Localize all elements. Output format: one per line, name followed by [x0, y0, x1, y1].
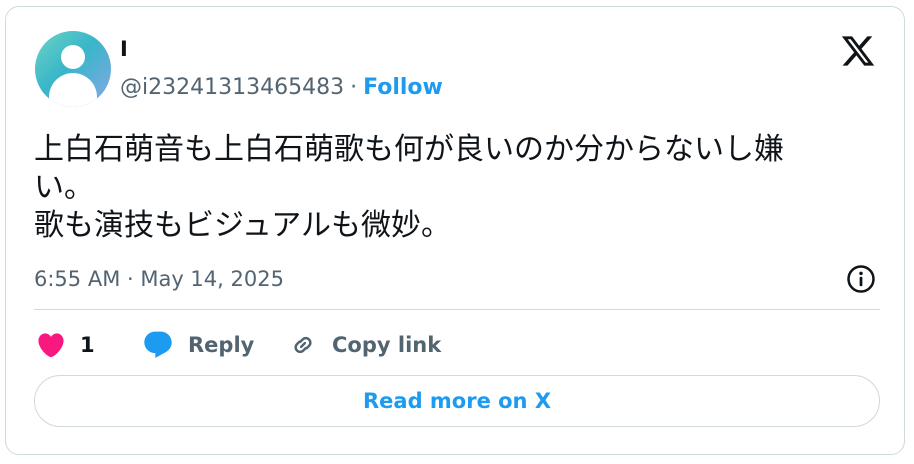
- reply-button[interactable]: Reply: [142, 325, 254, 365]
- tweet-text: 上白石萌音も上白石萌歌も何が良いのか分からないし嫌 い。 歌も演技もビジュアルも…: [34, 132, 784, 243]
- tweet-timestamp[interactable]: 6:55 AM · May 14, 2025: [34, 269, 284, 290]
- handle-row: @i23241313465483 · Follow: [120, 77, 443, 99]
- divider: [34, 309, 880, 310]
- separator-dot: ·: [350, 75, 358, 100]
- copy-link-label: Copy link: [332, 332, 442, 357]
- info-icon[interactable]: [846, 264, 876, 294]
- user-handle[interactable]: @i23241313465483: [120, 75, 344, 100]
- avatar-head: [61, 45, 85, 69]
- follow-button[interactable]: Follow: [363, 75, 443, 100]
- copy-link-button[interactable]: Copy link: [288, 325, 441, 365]
- heart-icon: [38, 333, 64, 358]
- display-name[interactable]: I: [120, 39, 128, 60]
- avatar-shoulders: [49, 73, 97, 107]
- speech-bubble-icon: [144, 331, 172, 358]
- link-icon: [294, 336, 312, 354]
- like-count: 1: [80, 332, 95, 357]
- avatar[interactable]: [35, 31, 111, 107]
- tweet-card: I @i23241313465483 · Follow 上白石萌音も上白石萌歌も何が…: [5, 6, 905, 455]
- like-button[interactable]: 1: [36, 325, 95, 365]
- reply-label: Reply: [188, 332, 255, 357]
- x-logo-icon[interactable]: [840, 33, 876, 69]
- read-more-button[interactable]: Read more on X: [34, 375, 880, 427]
